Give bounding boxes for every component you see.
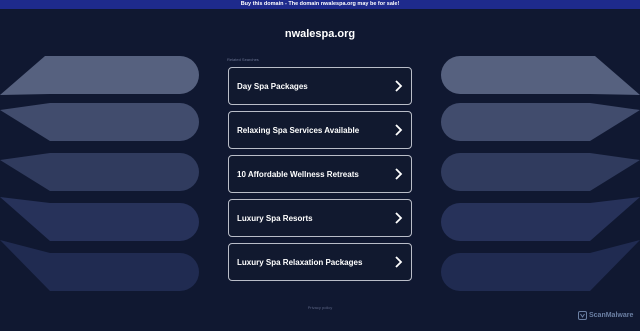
related-link-day-spa-packages[interactable]: Day Spa Packages	[228, 67, 412, 105]
related-link-label: Day Spa Packages	[237, 81, 308, 91]
related-link-label: Luxury Spa Relaxation Packages	[237, 257, 363, 267]
site-title: nwalespa.org	[284, 28, 356, 40]
related-searches-label: Related Searches	[227, 57, 259, 62]
chevron-right-icon	[395, 212, 403, 224]
related-link-relaxing-spa-services[interactable]: Relaxing Spa Services Available	[228, 111, 412, 149]
related-link-luxury-spa-resorts[interactable]: Luxury Spa Resorts	[228, 199, 412, 237]
chevron-right-icon	[395, 168, 403, 180]
chevron-right-icon	[395, 256, 403, 268]
related-link-label: 10 Affordable Wellness Retreats	[237, 169, 359, 179]
scanmalware-label: ScanMalware	[589, 312, 634, 319]
scanmalware-logo-icon	[578, 311, 587, 320]
related-link-label: Relaxing Spa Services Available	[237, 125, 360, 135]
chevron-right-icon	[395, 124, 403, 136]
chevron-right-icon	[395, 80, 403, 92]
scanmalware-badge[interactable]: ScanMalware	[578, 311, 633, 320]
related-link-affordable-wellness-retreats[interactable]: 10 Affordable Wellness Retreats	[228, 155, 412, 193]
related-link-label: Luxury Spa Resorts	[237, 213, 313, 223]
privacy-policy-link[interactable]: Privacy policy	[0, 305, 640, 310]
related-link-luxury-spa-relaxation[interactable]: Luxury Spa Relaxation Packages	[228, 243, 412, 281]
